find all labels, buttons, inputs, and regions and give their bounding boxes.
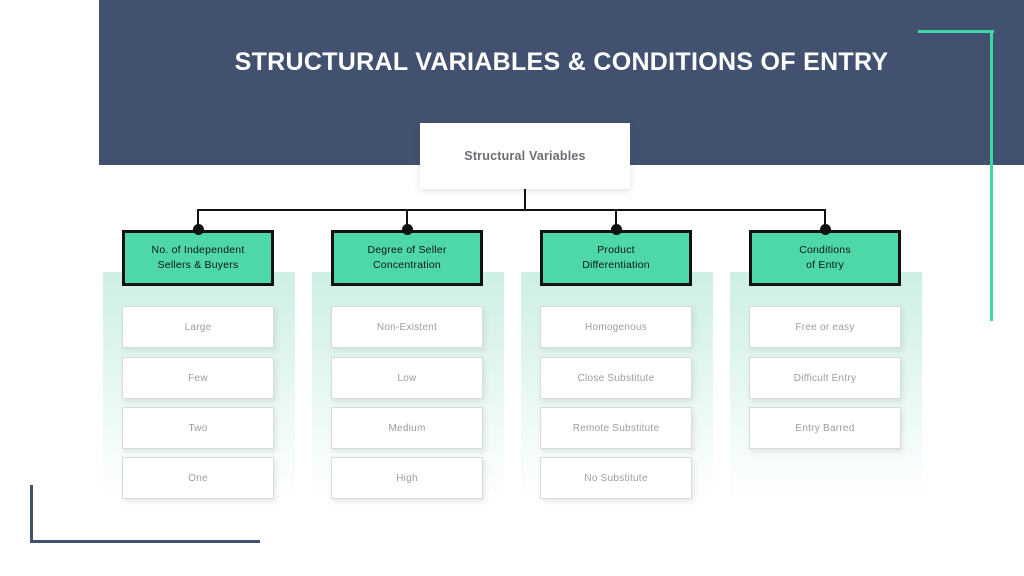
item-label: No Substitute (584, 472, 648, 484)
item-label: Low (397, 372, 417, 384)
connector-node-dot-3 (610, 224, 622, 235)
item-box-2-2[interactable]: Low (331, 357, 483, 399)
item-box-1-3[interactable]: Two (122, 407, 274, 449)
item-box-3-1[interactable]: Homogenous (540, 306, 692, 348)
item-label: Entry Barred (795, 422, 855, 434)
item-label: Homogenous (585, 321, 647, 333)
item-box-3-2[interactable]: Close Substitute (540, 357, 692, 399)
item-label: One (188, 472, 208, 484)
item-box-1-1[interactable]: Large (122, 306, 274, 348)
item-label: Few (188, 372, 208, 384)
accent-line-green-horizontal (918, 30, 994, 33)
item-box-2-1[interactable]: Non-Existent (331, 306, 483, 348)
item-label: Close Substitute (577, 372, 655, 384)
item-box-3-4[interactable]: No Substitute (540, 457, 692, 499)
item-label: Non-Existent (376, 321, 438, 333)
slide-canvas: STRUCTURAL VARIABLES & CONDITIONS OF ENT… (0, 0, 1024, 576)
item-box-3-3[interactable]: Remote Substitute (540, 407, 692, 449)
accent-line-navy-horizontal (30, 540, 260, 543)
item-box-2-4[interactable]: High (331, 457, 483, 499)
category-label-line2: Sellers & Buyers (157, 259, 239, 271)
connector-horizontal-bar (197, 209, 826, 211)
item-label: Difficult Entry (793, 372, 857, 384)
item-box-2-3[interactable]: Medium (331, 407, 483, 449)
root-node-structural-variables[interactable]: Structural Variables (420, 123, 630, 189)
item-label: Remote Substitute (572, 422, 660, 434)
category-label-line1: Conditions (799, 244, 851, 256)
category-label-line1: Product (597, 244, 635, 256)
category-label-line2: Concentration (373, 259, 441, 271)
category-label-line2: of Entry (806, 259, 844, 271)
category-label-line2: Differentiation (582, 259, 650, 271)
item-label: Medium (388, 422, 426, 434)
item-label: High (396, 472, 418, 484)
item-box-1-4[interactable]: One (122, 457, 274, 499)
connector-stem (524, 189, 526, 210)
accent-line-navy-vertical (30, 485, 33, 543)
page-title: STRUCTURAL VARIABLES & CONDITIONS OF ENT… (234, 48, 889, 76)
category-box-3[interactable]: Product Differentiation (540, 230, 692, 286)
item-label: Large (184, 321, 212, 333)
connector-node-dot-1 (192, 224, 204, 235)
connector-node-dot-4 (819, 224, 831, 235)
item-box-1-2[interactable]: Few (122, 357, 274, 399)
item-box-4-1[interactable]: Free or easy (749, 306, 901, 348)
item-label: Free or easy (795, 321, 855, 333)
category-box-1[interactable]: No. of Independent Sellers & Buyers (122, 230, 274, 286)
category-label-line1: No. of Independent (151, 244, 245, 256)
category-box-2[interactable]: Degree of Seller Concentration (331, 230, 483, 286)
accent-line-green-vertical (990, 30, 993, 321)
item-box-4-3[interactable]: Entry Barred (749, 407, 901, 449)
category-box-4[interactable]: Conditions of Entry (749, 230, 901, 286)
connector-node-dot-2 (401, 224, 413, 235)
item-label: Two (188, 422, 208, 434)
category-label-line1: Degree of Seller (367, 244, 447, 256)
root-node-label: Structural Variables (464, 149, 586, 163)
item-box-4-2[interactable]: Difficult Entry (749, 357, 901, 399)
